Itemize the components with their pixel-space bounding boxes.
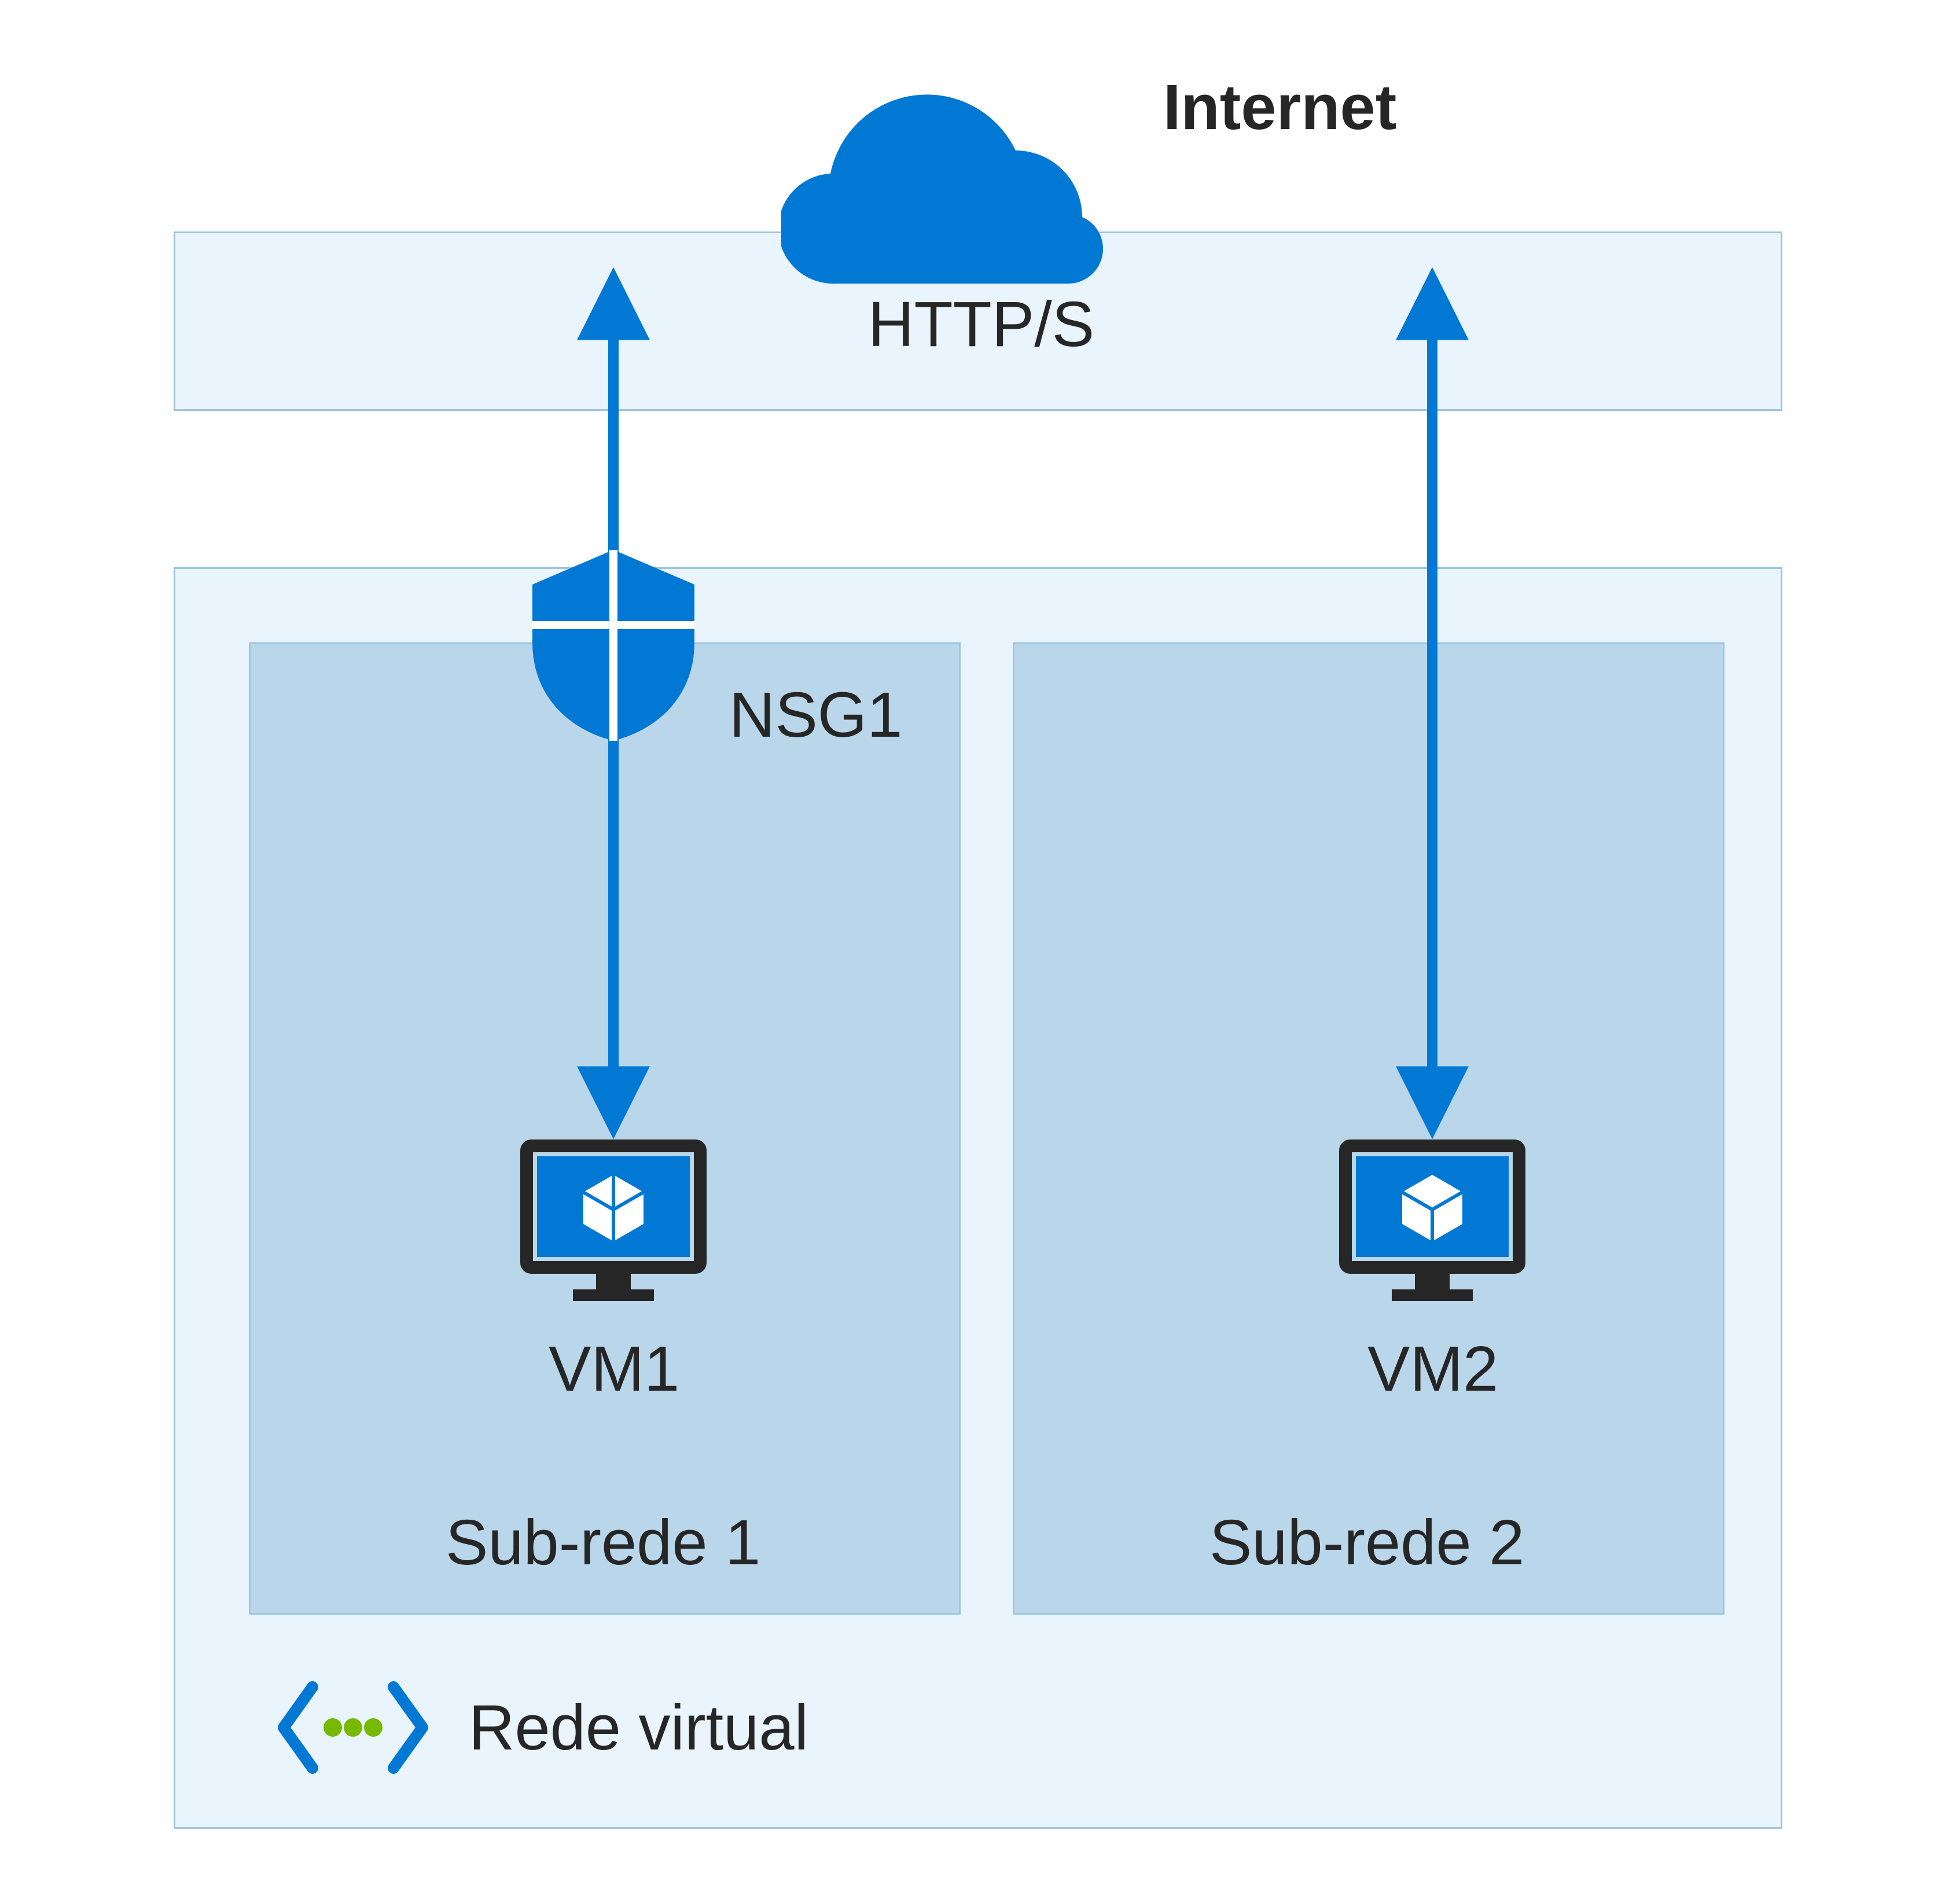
subnet2-label: Sub-rede 2 [1209, 1505, 1524, 1581]
subnet2-box [1013, 642, 1725, 1615]
subnet1-box [249, 642, 961, 1615]
vm1-icon [515, 1134, 712, 1308]
vm1-label: VM1 [549, 1331, 679, 1407]
nsg1-label: NSG1 [729, 677, 903, 753]
shield-icon [521, 538, 706, 747]
https-label: HTTP/S [868, 286, 1094, 363]
subnet1-label: Sub-rede 1 [446, 1505, 760, 1581]
vnet-label: Rede virtual [469, 1690, 808, 1766]
internet-label: Internet [1163, 69, 1396, 146]
vm2-icon [1334, 1134, 1531, 1308]
vm2-label: VM2 [1367, 1331, 1498, 1407]
cloud-icon [781, 67, 1186, 310]
vnet-icon [272, 1675, 434, 1780]
